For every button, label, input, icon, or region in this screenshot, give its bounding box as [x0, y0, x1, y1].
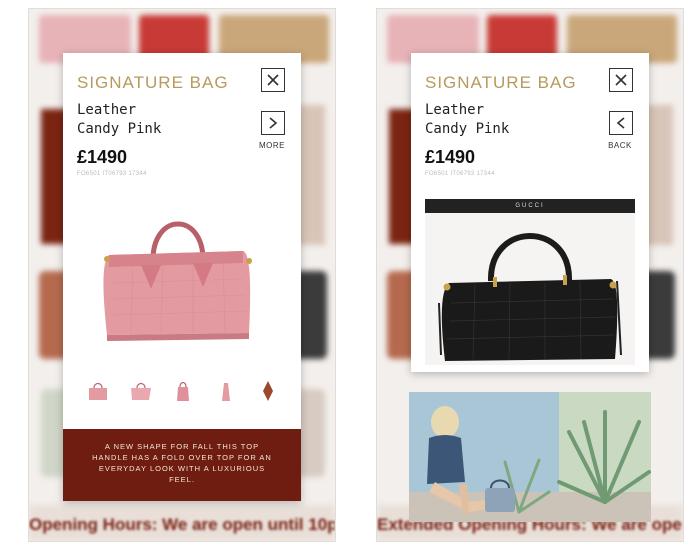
- thumbnail-side[interactable]: [170, 376, 196, 406]
- product-modal: SIGNATURE BAG Leather Candy Pink £1490 F…: [63, 53, 301, 501]
- chevron-left-icon: [616, 117, 625, 129]
- product-color: Candy Pink: [425, 121, 510, 137]
- product-material: Leather: [77, 102, 137, 118]
- product-modal: SIGNATURE BAG Leather Candy Pink £1490 F…: [411, 53, 649, 372]
- webpage-header: GUCCI: [425, 199, 635, 213]
- product-price: £1490: [77, 147, 128, 167]
- lifestyle-photo: [409, 392, 651, 522]
- phone-screen-left: Opening Hours: We are open until 10pm SI…: [28, 8, 336, 542]
- close-button[interactable]: [609, 68, 633, 92]
- lifestyle-photo-art: [409, 392, 651, 522]
- product-title: SIGNATURE BAG: [77, 73, 229, 92]
- product-image-black-bag: [438, 233, 622, 361]
- thumbnail-strip: [85, 375, 281, 407]
- product-description: Leather Candy Pink: [425, 101, 509, 139]
- thumbnail-front[interactable]: [85, 376, 111, 406]
- opening-hours-ticker: Opening Hours: We are open until 10pm: [29, 515, 335, 534]
- product-code: FO6501 IT06793 17344: [77, 171, 147, 177]
- promo-banner: A NEW SHAPE FOR FALL THIS TOP HANDLE HAS…: [63, 429, 301, 501]
- product-material: Leather: [425, 102, 485, 118]
- product-description: Leather Candy Pink: [77, 101, 161, 139]
- close-button[interactable]: [261, 68, 285, 92]
- embedded-webpage[interactable]: GUCCI: [425, 199, 635, 365]
- product-code: FO6501 IT06793 17344: [425, 171, 495, 177]
- webpage-brand: GUCCI: [515, 203, 545, 209]
- product-image-pink-bag: [103, 221, 252, 341]
- product-price: £1490: [425, 147, 476, 167]
- product-color: Candy Pink: [77, 121, 162, 137]
- back-label: BACK: [608, 141, 632, 150]
- thumbnail-detail[interactable]: [255, 376, 281, 406]
- chevron-right-icon: [269, 117, 278, 129]
- thumbnail-profile[interactable]: [213, 376, 239, 406]
- close-icon: [615, 74, 627, 86]
- close-icon: [267, 74, 279, 86]
- more-button[interactable]: [261, 111, 285, 135]
- more-label: MORE: [259, 141, 285, 150]
- thumbnail-angle[interactable]: [128, 376, 154, 406]
- phone-screen-right: Extended Opening Hours: We are open SIGN…: [376, 8, 684, 542]
- product-title: SIGNATURE BAG: [425, 73, 577, 92]
- back-button[interactable]: [609, 111, 633, 135]
